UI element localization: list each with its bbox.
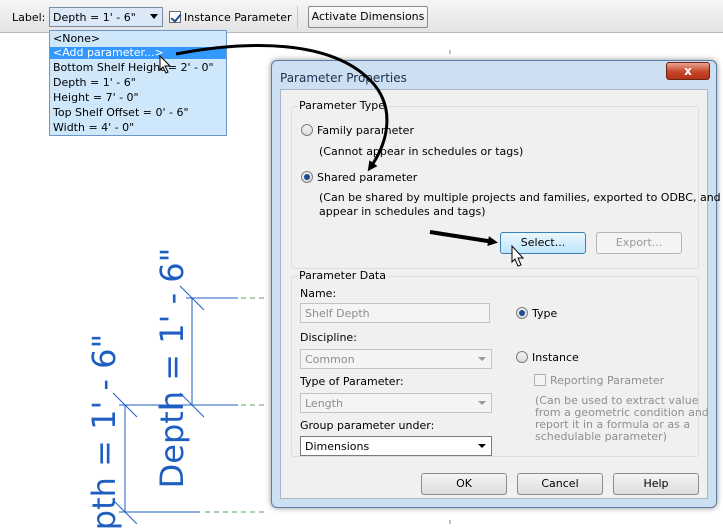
chevron-down-icon xyxy=(478,357,486,361)
label-combo-value: Depth = 1' - 6" xyxy=(53,11,136,24)
reporting-note-line: (Can be used to extract value xyxy=(535,394,699,407)
help-button[interactable]: Help xyxy=(613,473,699,495)
dialog-title: Parameter Properties xyxy=(280,71,407,85)
parameter-type-group: Parameter Type Family parameter (Cannot … xyxy=(291,99,721,269)
discipline-label: Discipline: xyxy=(300,331,357,344)
dimension-label-depth-partial[interactable]: pth = 1' - 6" xyxy=(85,334,123,530)
chevron-down-icon xyxy=(150,14,158,19)
instance-parameter-checkbox[interactable] xyxy=(169,11,181,23)
parameter-type-title: Parameter Type xyxy=(297,99,387,112)
dropdown-item-depth[interactable]: Depth = 1' - 6" xyxy=(50,77,226,89)
activate-dimensions-button[interactable]: Activate Dimensions xyxy=(308,6,428,28)
instance-radio[interactable] xyxy=(516,351,528,363)
family-parameter-label: Family parameter xyxy=(317,124,414,137)
type-of-parameter-select[interactable]: Length xyxy=(300,393,492,413)
instance-radio-label: Instance xyxy=(532,351,579,364)
dropdown-item-width[interactable]: Width = 4' - 0" xyxy=(50,122,226,134)
ok-button[interactable]: OK xyxy=(421,473,507,495)
dropdown-item-bottom-shelf-height[interactable]: Bottom Shelf Height = 2' - 0" xyxy=(50,62,226,74)
type-of-parameter-value: Length xyxy=(305,397,343,410)
parameter-data-group: Parameter Data Name: Shelf Depth Discipl… xyxy=(291,269,709,457)
reporting-parameter-label: Reporting Parameter xyxy=(550,374,665,387)
label-caption: Label: xyxy=(12,11,46,24)
label-dropdown-list: <None> <Add parameter...> Bottom Shelf H… xyxy=(49,30,227,136)
shared-parameter-note: (Can be shared by multiple projects and … xyxy=(319,191,721,204)
dropdown-item-none[interactable]: <None> xyxy=(50,33,226,45)
toolbar-separator xyxy=(297,6,298,28)
family-parameter-note: (Cannot appear in schedules or tags) xyxy=(319,145,524,158)
dimension-label-depth[interactable]: Depth = 1' - 6" xyxy=(153,248,191,489)
reporting-note-line: from a geometric condition and xyxy=(535,406,709,419)
reporting-note-line: report it in a formula or as a xyxy=(535,418,691,431)
dropdown-item-top-shelf-offset[interactable]: Top Shelf Offset = 0' - 6" xyxy=(50,107,226,119)
reporting-parameter-checkbox[interactable] xyxy=(534,374,546,386)
discipline-value: Common xyxy=(305,353,355,366)
dropdown-item-add-parameter[interactable]: <Add parameter...> xyxy=(50,47,226,59)
cancel-button[interactable]: Cancel xyxy=(517,473,603,495)
export-button[interactable]: Export... xyxy=(596,232,682,254)
options-bar: Label: Depth = 1' - 6" Instance Paramete… xyxy=(0,0,723,33)
type-radio[interactable] xyxy=(516,307,528,319)
chevron-down-icon xyxy=(478,401,486,405)
family-parameter-radio[interactable] xyxy=(301,124,313,136)
reporting-note-line: schedulable parameter) xyxy=(535,430,667,443)
parameter-properties-dialog: Parameter Properties x Parameter Type Fa… xyxy=(271,60,721,508)
dialog-body: Parameter Type Family parameter (Cannot … xyxy=(280,89,721,499)
instance-parameter-label: Instance Parameter xyxy=(184,11,292,24)
select-button[interactable]: Select... xyxy=(500,232,586,254)
group-parameter-select[interactable]: Dimensions xyxy=(300,436,492,456)
name-field[interactable]: Shelf Depth xyxy=(300,303,490,323)
type-of-parameter-label: Type of Parameter: xyxy=(300,375,404,388)
discipline-select[interactable]: Common xyxy=(300,349,492,369)
group-parameter-label: Group parameter under: xyxy=(300,419,435,432)
close-button[interactable]: x xyxy=(666,62,710,80)
group-parameter-value: Dimensions xyxy=(305,440,370,453)
dropdown-item-height[interactable]: Height = 7' - 0" xyxy=(50,92,226,104)
shared-parameter-label: Shared parameter xyxy=(317,171,418,184)
shared-parameter-note-2: appear in schedules and tags) xyxy=(319,205,486,218)
label-combo[interactable]: Depth = 1' - 6" xyxy=(49,7,163,27)
name-label: Name: xyxy=(300,287,337,300)
chevron-down-icon xyxy=(478,444,486,448)
type-radio-label: Type xyxy=(532,307,558,320)
shared-parameter-radio[interactable] xyxy=(301,171,313,183)
parameter-data-title: Parameter Data xyxy=(297,269,388,282)
